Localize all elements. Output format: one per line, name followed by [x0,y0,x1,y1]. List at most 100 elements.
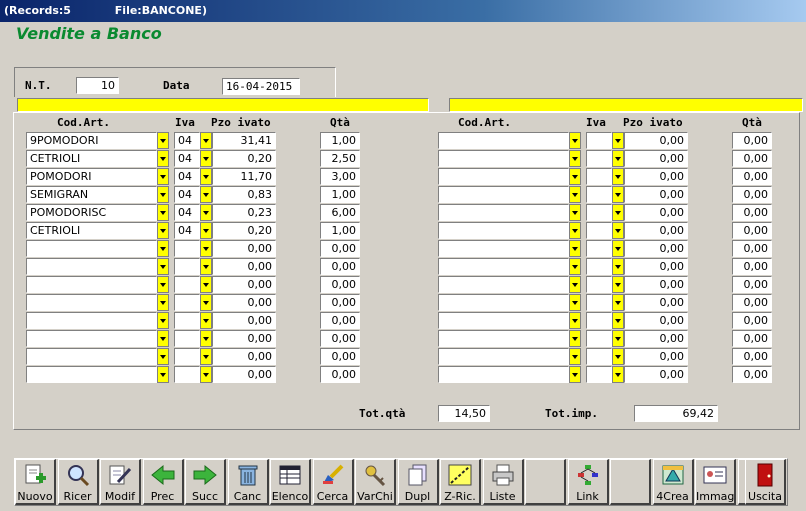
left-pzo-ivato-input[interactable]: 0,00 [212,348,276,365]
right-pzo-ivato-input[interactable]: 0,00 [624,222,688,239]
toolbar-succ-button[interactable]: Succ [185,459,226,505]
left-cod-art-input[interactable] [26,240,157,257]
right-cod-art-input[interactable] [438,330,569,347]
left-cod-art-input[interactable]: POMODORI [26,168,157,185]
right-pzo-ivato-input[interactable]: 0,00 [624,330,688,347]
toolbar-nuovo-button[interactable]: Nuovo [15,459,56,505]
left-qta-input[interactable]: 0,00 [320,348,360,365]
right-cod-dropdown-icon[interactable] [569,366,581,383]
right-qta-input[interactable]: 0,00 [732,132,772,149]
right-qta-input[interactable]: 0,00 [732,312,772,329]
left-iva-input[interactable] [174,348,200,365]
left-cod-dropdown-icon[interactable] [157,186,169,203]
right-cod-dropdown-icon[interactable] [569,132,581,149]
right-cod-dropdown-icon[interactable] [569,348,581,365]
right-pzo-ivato-input[interactable]: 0,00 [624,132,688,149]
right-iva-dropdown-icon[interactable] [612,168,624,185]
left-iva-dropdown-icon[interactable] [200,294,212,311]
left-cod-dropdown-icon[interactable] [157,132,169,149]
right-pzo-ivato-input[interactable]: 0,00 [624,294,688,311]
right-iva-input[interactable] [586,312,612,329]
left-iva-dropdown-icon[interactable] [200,240,212,257]
left-qta-input[interactable]: 1,00 [320,222,360,239]
right-pzo-ivato-input[interactable]: 0,00 [624,312,688,329]
right-qta-input[interactable]: 0,00 [732,204,772,221]
right-iva-dropdown-icon[interactable] [612,240,624,257]
left-qta-input[interactable]: 2,50 [320,150,360,167]
toolbar-immag-button[interactable]: Immag [695,459,736,505]
right-iva-input[interactable] [586,366,612,383]
left-iva-dropdown-icon[interactable] [200,150,212,167]
right-pzo-ivato-input[interactable]: 0,00 [624,258,688,275]
right-cod-art-input[interactable] [438,240,569,257]
right-iva-input[interactable] [586,132,612,149]
left-iva-input[interactable]: 04 [174,168,200,185]
left-iva-input[interactable]: 04 [174,186,200,203]
right-iva-input[interactable] [586,186,612,203]
left-pzo-ivato-input[interactable]: 0,00 [212,276,276,293]
left-pzo-ivato-input[interactable]: 0,20 [212,150,276,167]
toolbar-elenco-button[interactable]: Elenco [270,459,311,505]
right-pzo-ivato-input[interactable]: 0,00 [624,168,688,185]
toolbar-dupl-button[interactable]: Dupl [397,459,439,505]
left-cod-dropdown-icon[interactable] [157,150,169,167]
right-iva-input[interactable] [586,150,612,167]
right-qta-input[interactable]: 0,00 [732,240,772,257]
toolbar-liste-button[interactable]: Liste [482,459,524,505]
right-iva-dropdown-icon[interactable] [612,348,624,365]
left-iva-dropdown-icon[interactable] [200,204,212,221]
right-cod-dropdown-icon[interactable] [569,222,581,239]
left-iva-input[interactable] [174,294,200,311]
right-iva-input[interactable] [586,222,612,239]
left-qta-input[interactable]: 0,00 [320,240,360,257]
left-pzo-ivato-input[interactable]: 0,20 [212,222,276,239]
left-cod-art-input[interactable]: CETRIOLI [26,222,157,239]
right-cod-dropdown-icon[interactable] [569,294,581,311]
right-qta-input[interactable]: 0,00 [732,168,772,185]
nt-field[interactable]: 10 [76,77,119,94]
right-iva-dropdown-icon[interactable] [612,222,624,239]
left-iva-input[interactable] [174,366,200,383]
toolbar-link-button[interactable]: Link [567,459,609,505]
right-iva-dropdown-icon[interactable] [612,150,624,167]
left-iva-input[interactable] [174,330,200,347]
right-pzo-ivato-input[interactable]: 0,00 [624,366,688,383]
left-qta-input[interactable]: 0,00 [320,312,360,329]
left-iva-dropdown-icon[interactable] [200,366,212,383]
right-iva-input[interactable] [586,330,612,347]
left-qta-input[interactable]: 1,00 [320,186,360,203]
left-pzo-ivato-input[interactable]: 11,70 [212,168,276,185]
left-cod-art-input[interactable] [26,366,157,383]
right-cod-art-input[interactable] [438,276,569,293]
left-iva-input[interactable]: 04 [174,132,200,149]
right-qta-input[interactable]: 0,00 [732,150,772,167]
toolbar-uscita-button[interactable]: Uscita [745,459,786,505]
left-cod-dropdown-icon[interactable] [157,348,169,365]
right-pzo-ivato-input[interactable]: 0,00 [624,204,688,221]
toolbar-varchi-button[interactable]: VarChi [355,459,396,505]
left-cod-art-input[interactable]: 9POMODORI [26,132,157,149]
left-cod-dropdown-icon[interactable] [157,330,169,347]
left-cod-dropdown-icon[interactable] [157,276,169,293]
left-iva-dropdown-icon[interactable] [200,312,212,329]
right-iva-dropdown-icon[interactable] [612,330,624,347]
right-pzo-ivato-input[interactable]: 0,00 [624,348,688,365]
left-cod-art-input[interactable] [26,276,157,293]
toolbar-canc-button[interactable]: Canc [227,459,269,505]
right-pzo-ivato-input[interactable]: 0,00 [624,150,688,167]
right-iva-dropdown-icon[interactable] [612,276,624,293]
right-iva-input[interactable] [586,348,612,365]
right-pzo-ivato-input[interactable]: 0,00 [624,186,688,203]
left-cod-dropdown-icon[interactable] [157,312,169,329]
right-cod-dropdown-icon[interactable] [569,204,581,221]
left-iva-dropdown-icon[interactable] [200,186,212,203]
left-pzo-ivato-input[interactable]: 0,83 [212,186,276,203]
right-qta-input[interactable]: 0,00 [732,186,772,203]
toolbar-cerca-button[interactable]: Cerca [312,459,354,505]
right-cod-art-input[interactable] [438,168,569,185]
left-pzo-ivato-input[interactable]: 0,00 [212,258,276,275]
right-iva-dropdown-icon[interactable] [612,312,624,329]
right-cod-dropdown-icon[interactable] [569,276,581,293]
right-iva-dropdown-icon[interactable] [612,132,624,149]
left-cod-art-input[interactable] [26,312,157,329]
